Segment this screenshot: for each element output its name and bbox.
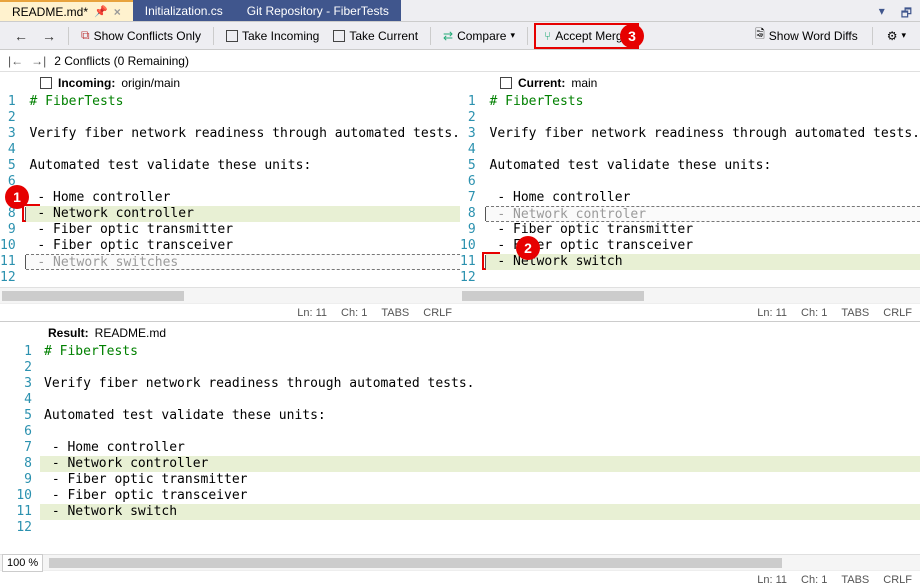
code-line[interactable]: # FiberTests	[486, 94, 920, 110]
code-line[interactable]: - Fiber optic transmitter	[26, 222, 460, 238]
incoming-header: Incoming: origin/main	[0, 72, 460, 94]
code-line[interactable]	[26, 174, 460, 190]
status-bar-incoming: Ln: 11Ch: 1TABSCRLF	[0, 303, 460, 321]
take-current-button[interactable]: Take Current	[327, 26, 424, 46]
tab-git-repository[interactable]: Git Repository - FiberTests	[235, 0, 401, 21]
last-conflict-icon[interactable]: →|	[31, 54, 46, 68]
diff-panes: 1 2 Incoming: origin/main 12345678910111…	[0, 72, 920, 322]
code-line[interactable]: - Fiber optic transmitter	[486, 222, 920, 238]
code-line[interactable]	[486, 270, 920, 286]
code-line[interactable]: Automated test validate these units:	[486, 158, 920, 174]
code-line[interactable]: Verify fiber network readiness through a…	[40, 376, 920, 392]
hscroll[interactable]	[460, 287, 920, 303]
code-line[interactable]	[40, 392, 920, 408]
gear-icon: ⚙	[887, 29, 898, 43]
code-line[interactable]	[40, 360, 920, 376]
hscroll[interactable]	[0, 287, 460, 303]
code-line[interactable]: Automated test validate these units:	[26, 158, 460, 174]
code-line[interactable]: - Network controller	[40, 456, 920, 472]
tab-label: Git Repository - FiberTests	[247, 4, 389, 18]
code-line[interactable]: - Fiber optic transceiver	[486, 238, 920, 254]
callout-1: 1	[5, 185, 29, 209]
settings-button[interactable]: ⚙	[881, 26, 912, 46]
show-word-diffs-button[interactable]: 🗟Show Word Diffs	[749, 22, 864, 49]
merge-icon: ⑂	[544, 29, 551, 43]
callout-2: 2	[516, 236, 540, 260]
caret-down-icon[interactable]: ▾	[871, 0, 893, 21]
conflict-icon: ⧉	[81, 28, 90, 43]
pin-icon[interactable]: 📌	[94, 5, 108, 18]
code-line[interactable]: # FiberTests	[40, 344, 920, 360]
tab-readme[interactable]: README.md* 📌 ×	[0, 0, 133, 21]
code-line[interactable]	[26, 142, 460, 158]
hscroll[interactable]: 100 %	[0, 554, 920, 570]
result-editor[interactable]: 123456789101112 # FiberTests Verify fibe…	[0, 344, 920, 554]
compare-button[interactable]: ⇄Compare	[437, 26, 521, 46]
incoming-pane: Incoming: origin/main 123456789101112 # …	[0, 72, 460, 321]
code-line[interactable]: Verify fiber network readiness through a…	[486, 126, 920, 142]
compare-icon: ⇄	[443, 29, 453, 43]
code-line[interactable]: - Fiber optic transceiver	[40, 488, 920, 504]
code-line[interactable]: - Home controller	[40, 440, 920, 456]
conflict-count: 2 Conflicts (0 Remaining)	[54, 54, 189, 68]
pane-icon	[500, 77, 512, 89]
status-bar-current: Ln: 11Ch: 1TABSCRLF	[460, 303, 920, 321]
code-line[interactable]: Verify fiber network readiness through a…	[26, 126, 460, 142]
tab-label: README.md*	[12, 5, 88, 19]
code-line[interactable]: - Network controller	[26, 206, 460, 222]
result-header: Result: README.md	[0, 322, 920, 344]
status-bar-result: Ln: 11Ch: 1TABSCRLF	[0, 570, 920, 588]
take-incoming-icon	[226, 30, 238, 42]
code-line[interactable]: - Network switch	[486, 254, 920, 270]
code-line[interactable]: # FiberTests	[26, 94, 460, 110]
first-conflict-icon[interactable]: |←	[8, 54, 23, 68]
current-header: Current: main	[460, 72, 920, 94]
word-diffs-icon: 🗟	[755, 25, 765, 46]
back-button[interactable]: ←	[8, 28, 34, 44]
code-line[interactable]	[40, 520, 920, 536]
code-line[interactable]	[486, 174, 920, 190]
code-line[interactable]: - Network switch	[40, 504, 920, 520]
result-pane: Result: README.md 123456789101112 # Fibe…	[0, 322, 920, 588]
callout-3: 3	[620, 24, 644, 48]
code-line[interactable]	[486, 110, 920, 126]
tab-label: Initialization.cs	[145, 4, 223, 18]
show-conflicts-button[interactable]: ⧉Show Conflicts Only	[75, 25, 207, 46]
code-line[interactable]: - Home controller	[26, 190, 460, 206]
code-line[interactable]: - Home controller	[486, 190, 920, 206]
pane-icon	[40, 77, 52, 89]
close-icon[interactable]: ×	[114, 5, 121, 19]
window-icon[interactable]: 🗗	[893, 0, 920, 21]
forward-button[interactable]: →	[36, 28, 62, 44]
conflict-bar: |← →| 2 Conflicts (0 Remaining)	[0, 50, 920, 72]
code-line[interactable]	[26, 270, 460, 286]
take-incoming-button[interactable]: Take Incoming	[220, 26, 325, 46]
code-line[interactable]: - Fiber optic transmitter	[40, 472, 920, 488]
code-line[interactable]	[40, 424, 920, 440]
code-line[interactable]: - Fiber optic transceiver	[26, 238, 460, 254]
editor-tabs: README.md* 📌 × Initialization.cs Git Rep…	[0, 0, 920, 22]
take-current-icon	[333, 30, 345, 42]
code-line[interactable]: Automated test validate these units:	[40, 408, 920, 424]
incoming-editor[interactable]: 123456789101112 # FiberTests Verify fibe…	[0, 94, 460, 287]
current-pane: Current: main 123456789101112 # FiberTes…	[460, 72, 920, 321]
zoom-level[interactable]: 100 %	[2, 554, 43, 572]
merge-toolbar: ← → ⧉Show Conflicts Only Take Incoming T…	[0, 22, 920, 50]
code-line[interactable]	[486, 142, 920, 158]
code-line[interactable]	[26, 110, 460, 126]
code-line[interactable]: - Network controler	[486, 206, 920, 222]
tab-initialization[interactable]: Initialization.cs	[133, 0, 235, 21]
code-line[interactable]: - Network switches	[26, 254, 460, 270]
